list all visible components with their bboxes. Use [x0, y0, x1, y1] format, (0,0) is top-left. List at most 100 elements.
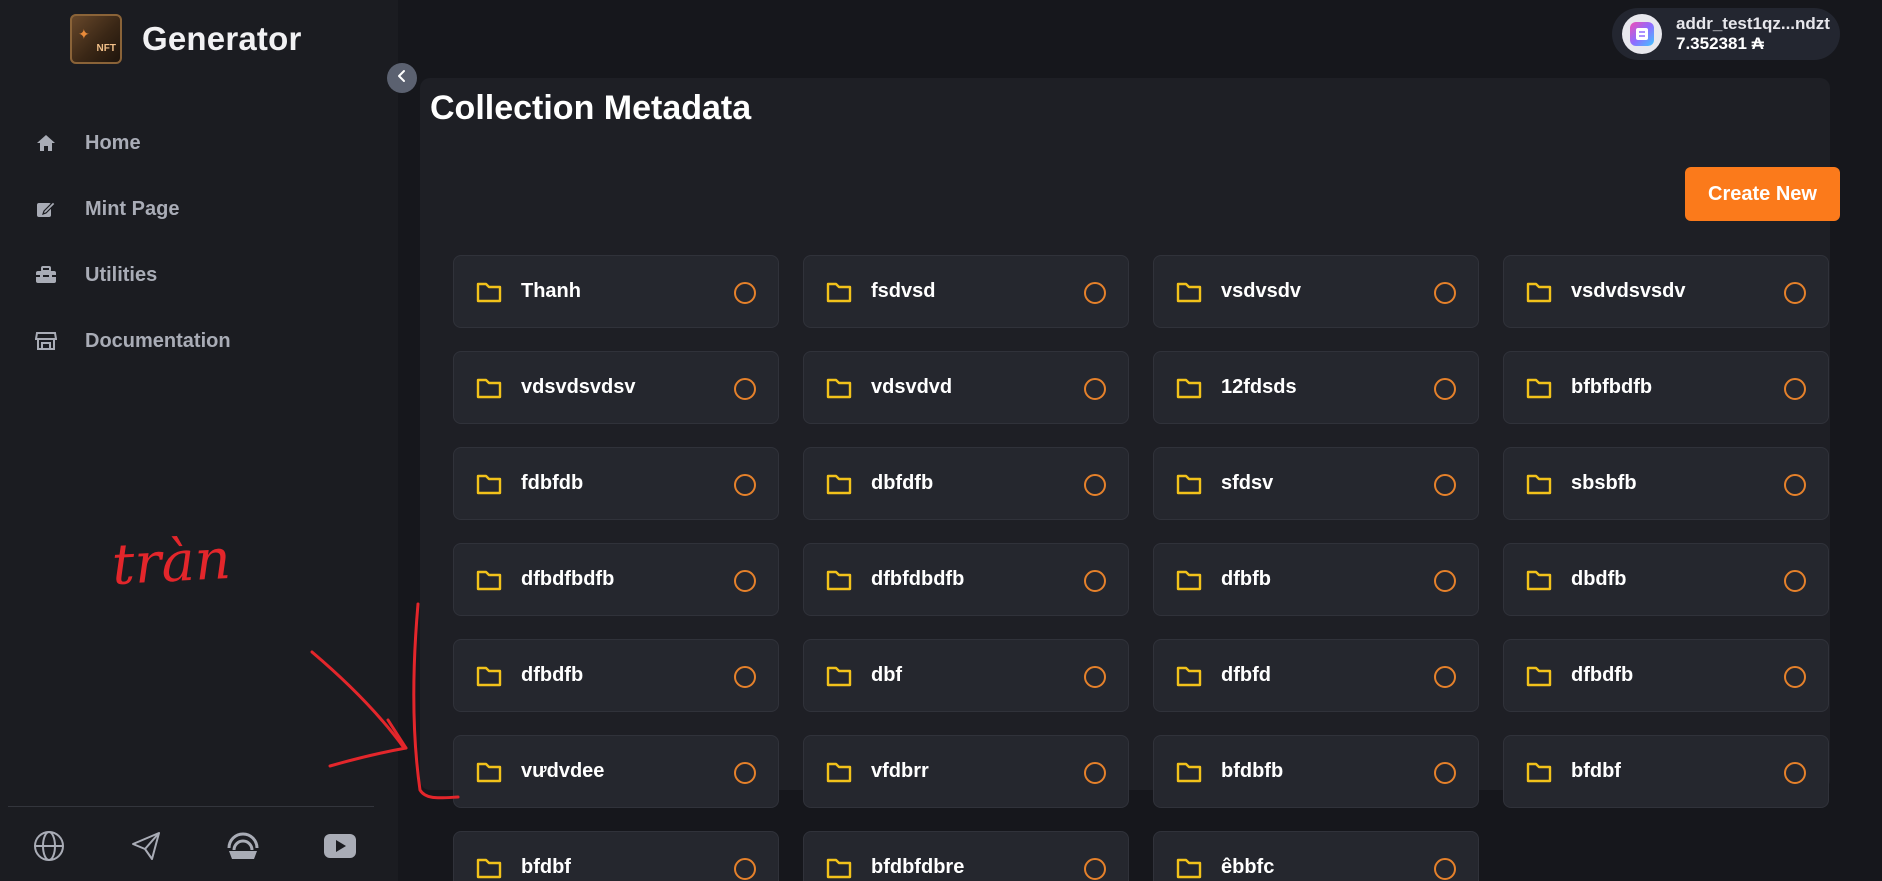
sidebar-item-utilities[interactable]: Utilities [0, 242, 398, 308]
collection-card[interactable]: bfdbf [1503, 735, 1829, 808]
toolbox-icon [34, 263, 58, 287]
collection-card[interactable]: 12fdsds [1153, 351, 1479, 424]
wallet-balance: 7.352381 ₳ [1676, 34, 1764, 53]
collection-card[interactable]: bfdbf [453, 831, 779, 881]
logo-mark: ✦ [78, 26, 90, 42]
folder-icon [476, 857, 502, 879]
folder-icon [1176, 665, 1202, 687]
select-radio[interactable] [734, 858, 756, 880]
select-radio[interactable] [1084, 858, 1106, 880]
collection-name: sbsbfb [1571, 472, 1637, 494]
folder-icon [826, 665, 852, 687]
collection-card[interactable]: dfbdfb [1503, 639, 1829, 712]
select-radio[interactable] [1784, 666, 1806, 688]
collection-name: bfdbfdbre [871, 856, 965, 878]
folder-icon [1526, 569, 1552, 591]
collection-card[interactable]: dfbdfb [453, 639, 779, 712]
select-radio[interactable] [1084, 666, 1106, 688]
select-radio[interactable] [1434, 666, 1456, 688]
folder-icon [476, 281, 502, 303]
select-radio[interactable] [1084, 762, 1106, 784]
folder-icon [1526, 665, 1552, 687]
folder-icon [826, 761, 852, 783]
collection-card[interactable]: bfdbfb [1153, 735, 1479, 808]
collection-name: bfdbfb [1221, 760, 1284, 782]
sidebar-item-label: Documentation [85, 329, 231, 352]
divider [8, 806, 374, 807]
folder-icon [826, 857, 852, 879]
collection-card[interactable]: vsdvsdv [1153, 255, 1479, 328]
collection-name: vưdvdee [521, 760, 605, 782]
wallet-button[interactable]: addr_test1qz...ndzt 7.352381 ₳ [1612, 8, 1840, 60]
social-link-youtube[interactable] [291, 823, 388, 873]
collection-name: vsdvsdv [1221, 280, 1302, 302]
select-radio[interactable] [1434, 282, 1456, 304]
create-new-button[interactable]: Create New [1685, 167, 1840, 221]
select-radio[interactable] [1784, 378, 1806, 400]
sidebar-item-documentation[interactable]: Documentation [0, 308, 398, 374]
collection-card[interactable]: vưdvdee [453, 735, 779, 808]
social-links [0, 823, 398, 873]
collection-name: dfbdfb [521, 664, 584, 686]
social-link-telegram[interactable] [97, 823, 194, 873]
brand[interactable]: ✦ NFT Generator [70, 14, 302, 64]
folder-icon [1176, 377, 1202, 399]
folder-icon [826, 473, 852, 495]
collection-card[interactable]: sfdsv [1153, 447, 1479, 520]
sidebar-nav: Home Mint Page Utilities Documentation [0, 110, 398, 374]
collection-card[interactable]: dfbdfbdfb [453, 543, 779, 616]
collection-card[interactable]: fdbfdb [453, 447, 779, 520]
select-radio[interactable] [1434, 762, 1456, 784]
collection-card[interactable]: vdsvdvd [803, 351, 1129, 424]
collection-name: 12fdsds [1221, 376, 1297, 398]
collection-name: dfbdfb [1571, 664, 1634, 686]
collection-name: dbfdfb [871, 472, 934, 494]
select-radio[interactable] [1434, 474, 1456, 496]
select-radio[interactable] [1784, 570, 1806, 592]
collection-card[interactable]: dfbfb [1153, 543, 1479, 616]
collection-card[interactable]: vdsvdsvdsv [453, 351, 779, 424]
collection-card[interactable]: vfdbrr [803, 735, 1129, 808]
select-radio[interactable] [734, 570, 756, 592]
select-radio[interactable] [1084, 570, 1106, 592]
select-radio[interactable] [734, 762, 756, 784]
select-radio[interactable] [1434, 378, 1456, 400]
collapse-sidebar-button[interactable] [387, 63, 417, 93]
collection-card[interactable]: dbfdfb [803, 447, 1129, 520]
sidebar-item-mint-page[interactable]: Mint Page [0, 176, 398, 242]
collection-card[interactable]: vsdvdsvsdv [1503, 255, 1829, 328]
nft-cube-logo: ✦ NFT [70, 14, 122, 64]
collection-card[interactable]: fsdvsd [803, 255, 1129, 328]
collection-card[interactable]: bfdbfdbre [803, 831, 1129, 881]
select-radio[interactable] [1784, 474, 1806, 496]
select-radio[interactable] [734, 474, 756, 496]
collection-name: dfbfdbdfb [871, 568, 965, 590]
sidebar: ✦ NFT Generator Home Mint Page Utilities… [0, 0, 398, 881]
select-radio[interactable] [1784, 762, 1806, 784]
sidebar-item-label: Home [85, 131, 141, 154]
collection-card[interactable]: sbsbfb [1503, 447, 1829, 520]
select-radio[interactable] [734, 282, 756, 304]
collection-card[interactable]: dbf [803, 639, 1129, 712]
sidebar-item-home[interactable]: Home [0, 110, 398, 176]
collection-card[interactable]: dfbfdbdfb [803, 543, 1129, 616]
collection-name: vdsvdvd [871, 376, 953, 398]
collection-card[interactable]: dbdfb [1503, 543, 1829, 616]
collection-card[interactable]: êbbfc [1153, 831, 1479, 881]
social-link-discord[interactable] [194, 823, 291, 873]
collection-card[interactable]: bfbfbdfb [1503, 351, 1829, 424]
folder-icon [1526, 761, 1552, 783]
collection-name: dfbfd [1221, 664, 1271, 686]
social-link-website[interactable] [0, 823, 97, 873]
select-radio[interactable] [1434, 858, 1456, 880]
collection-card[interactable]: Thanh [453, 255, 779, 328]
select-radio[interactable] [1084, 282, 1106, 304]
select-radio[interactable] [1084, 378, 1106, 400]
collection-card[interactable]: dfbfd [1153, 639, 1479, 712]
folder-icon [476, 761, 502, 783]
select-radio[interactable] [1084, 474, 1106, 496]
select-radio[interactable] [1434, 570, 1456, 592]
select-radio[interactable] [1784, 282, 1806, 304]
select-radio[interactable] [734, 666, 756, 688]
select-radio[interactable] [734, 378, 756, 400]
